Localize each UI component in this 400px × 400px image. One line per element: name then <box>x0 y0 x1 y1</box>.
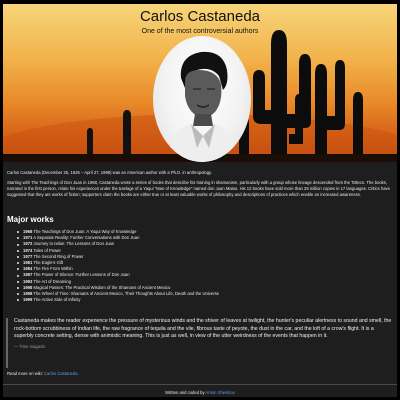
work-year: 1993 <box>23 278 33 284</box>
page-subtitle: One of the most controversial authors <box>141 28 259 35</box>
footer-divider <box>3 384 397 385</box>
quote-block: Castaneda makes the reader experience th… <box>6 318 392 368</box>
read-more-label: Read more on wiki: <box>7 371 43 376</box>
work-year: 1972 <box>23 241 33 247</box>
intro-section: Carlos Castaneda (December 25, 1925 – Ap… <box>7 170 393 202</box>
work-year: 1987 <box>23 272 33 278</box>
work-title: The Eagle's Gift <box>33 260 64 266</box>
quote-text: Castaneda makes the reader experience th… <box>14 318 392 340</box>
work-title: The Teachings of Don Juan: A Yaqui Way o… <box>33 229 137 234</box>
work-year: 1999 <box>23 297 33 303</box>
work-title: The Active Side of Infinity <box>33 297 81 303</box>
header-banner: Carlos Castaneda One of the most controv… <box>3 4 397 162</box>
page-title: Carlos Castaneda <box>139 8 261 25</box>
work-list-item: 1999 The Active Side of Infinity <box>17 297 387 303</box>
work-year: 1998 <box>23 284 33 290</box>
author-link[interactable]: Anton Shevtsov <box>206 390 235 395</box>
author-portrait <box>153 36 251 162</box>
major-works-list: 1968 The Teachings of Don Juan: A Yaqui … <box>17 229 387 303</box>
work-year: 1977 <box>23 253 33 259</box>
intro-paragraph-1: Carlos Castaneda (December 25, 1925 – Ap… <box>7 170 212 175</box>
intro-paragraph-2: Starting with The Teachings of Don Juan … <box>7 180 390 198</box>
work-title: A Separate Reality: Further Conversation… <box>33 235 140 241</box>
tribute-page: Carlos Castaneda One of the most controv… <box>3 4 397 397</box>
work-year: 1981 <box>23 260 33 266</box>
footer-label: Written and coded by <box>165 390 205 395</box>
work-title: The Fire From Within <box>33 266 73 272</box>
quote-cite: — Time magazin <box>14 343 46 349</box>
work-title: The Wheel of Time: Shamans of Ancient Me… <box>33 291 220 297</box>
work-year: 1974 <box>23 247 33 253</box>
major-works-heading: Major works <box>7 215 54 224</box>
wiki-link[interactable]: Carlos Castaneda <box>44 371 78 376</box>
work-year: 1971 <box>23 235 33 241</box>
footer: Written and coded by Anton Shevtsov <box>3 390 397 395</box>
work-title: Tales of Power <box>33 247 61 253</box>
work-title: The Art of Dreaming <box>33 278 71 284</box>
work-title: Journey to Ixtlan: The Lessons of Don Ju… <box>33 241 115 247</box>
work-title: The Second Ring of Power <box>33 253 84 259</box>
work-year: 1984 <box>23 266 33 272</box>
work-year: 1968 <box>23 229 33 234</box>
work-title: The Power of Silence: Further Lessons of… <box>33 272 130 278</box>
read-more: Read more on wiki: Carlos Castaneda <box>7 371 78 376</box>
work-title: Magical Passes: The Practical Wisdom of … <box>33 284 171 290</box>
work-year: 1998 <box>23 291 33 297</box>
